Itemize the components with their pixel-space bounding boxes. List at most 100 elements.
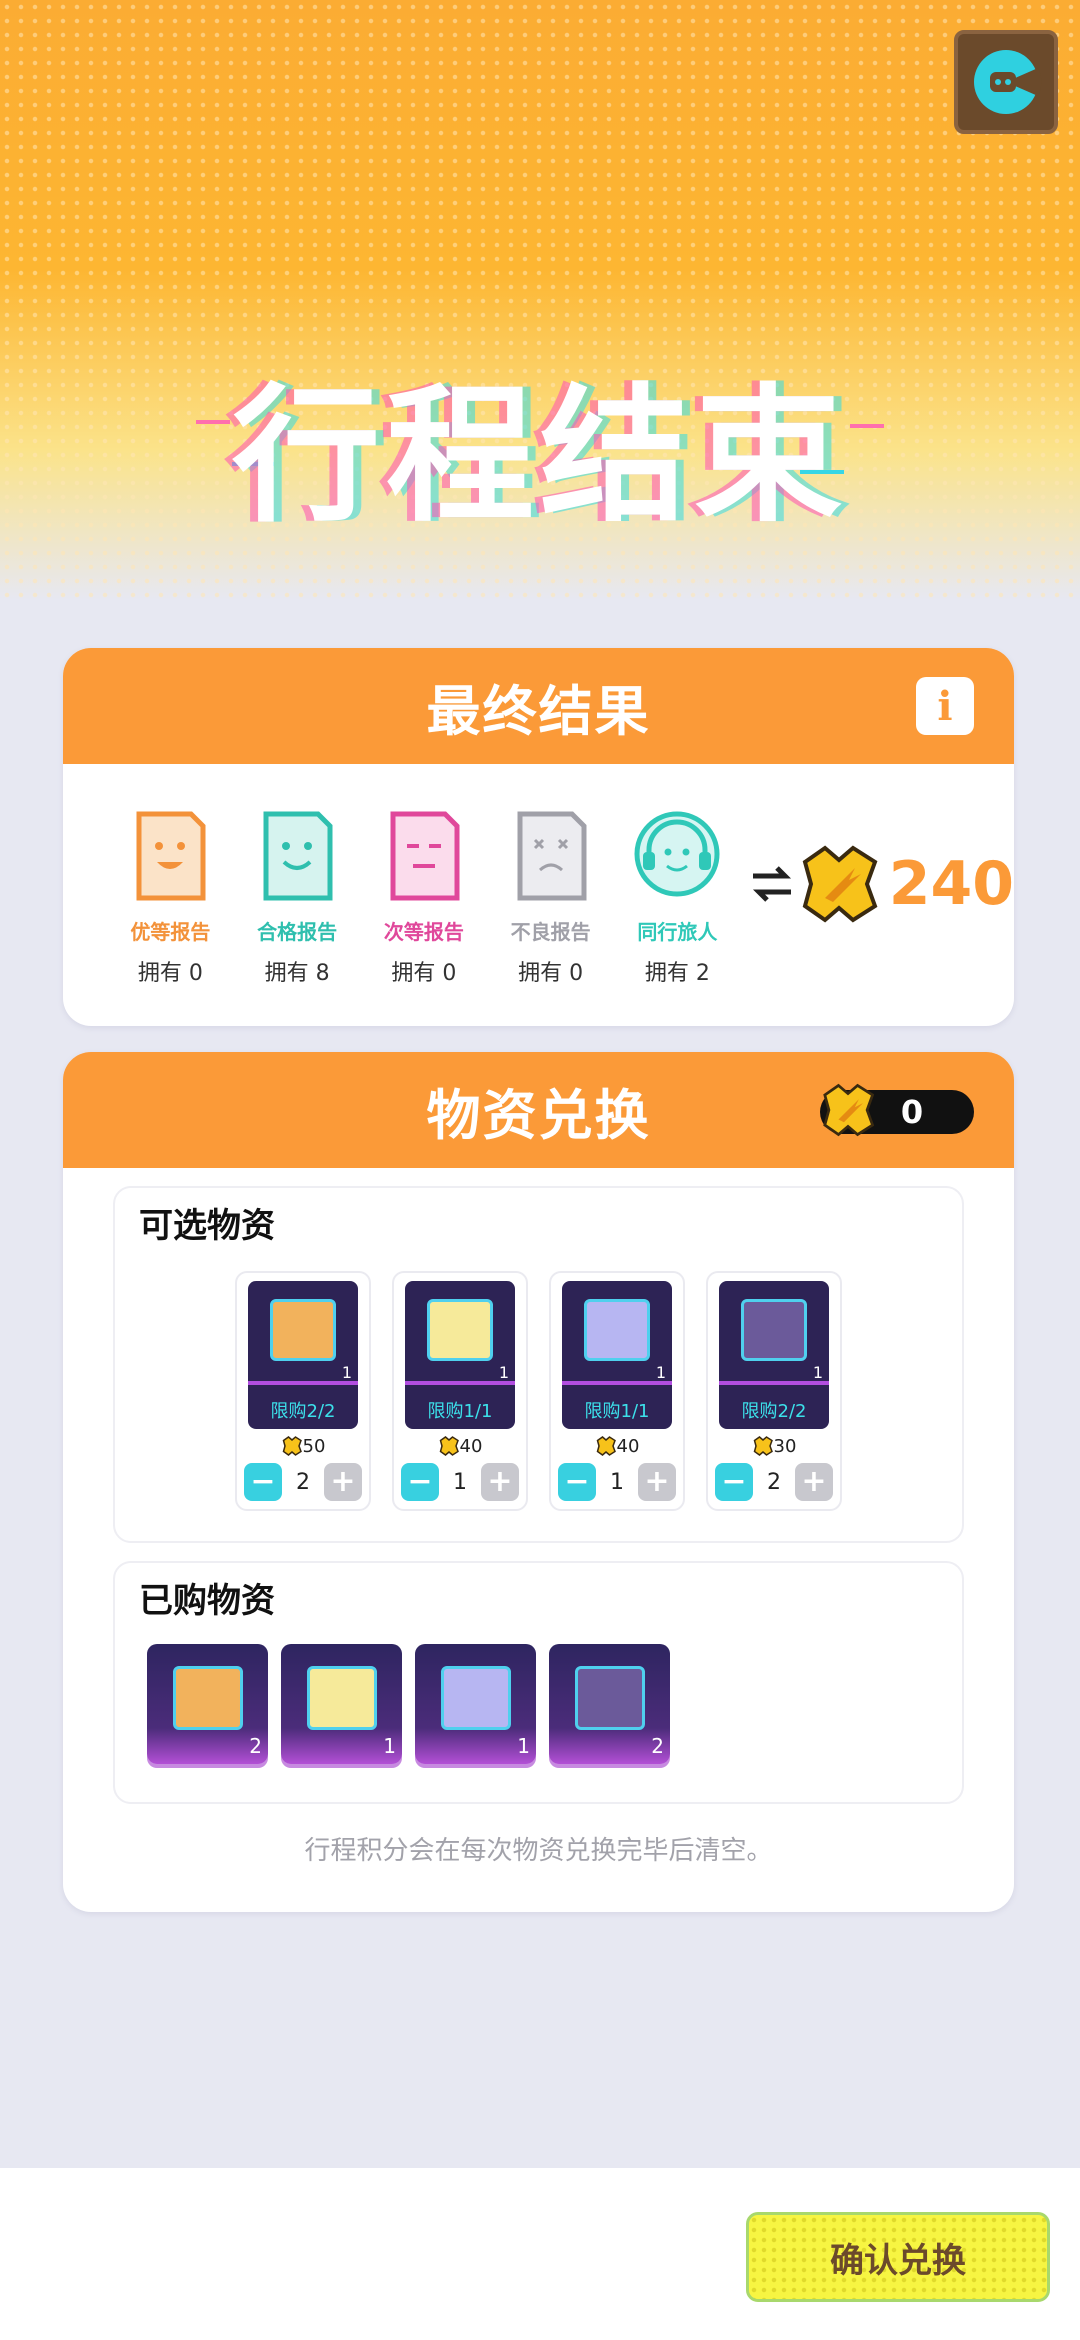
supply-item-image: 1 限购2/2: [248, 1281, 358, 1429]
meh-report-icon: [390, 811, 460, 901]
happy-report-icon: [136, 811, 206, 901]
purchased-item[interactable]: 1: [415, 1644, 536, 1764]
points-coin-icon: [753, 1436, 773, 1456]
purchased-item[interactable]: 2: [549, 1644, 670, 1764]
points-coin-icon: [802, 845, 878, 923]
menu-bot-button[interactable]: [954, 30, 1058, 134]
result-card: 最终结果 i 优等报告 拥有 0 合格报告 拥有 8 次等报告 拥有 0 不良报…: [63, 648, 1014, 1026]
item-count: 2: [651, 1734, 664, 1758]
purchased-list: 2 1 1 2: [115, 1622, 962, 1802]
report-traveler: 同行旅人 拥有 2: [614, 810, 741, 987]
smile-report-icon: [263, 811, 333, 901]
supply-title: 物资兑换: [426, 1083, 651, 1147]
character-portrait: [441, 1666, 511, 1730]
info-icon: i: [937, 682, 953, 730]
item-count: 1: [655, 1363, 666, 1382]
purchase-limit: 限购1/1: [584, 1401, 650, 1422]
plus-button[interactable]: +: [324, 1463, 362, 1501]
exchange-arrows-icon: [752, 866, 791, 902]
character-portrait: [427, 1299, 493, 1361]
report-owned: 拥有 2: [644, 961, 710, 986]
points-coin-icon: [282, 1436, 302, 1456]
points-coin-icon: [823, 1083, 875, 1137]
price-value: 50: [302, 1435, 326, 1457]
item-count: 1: [812, 1363, 823, 1382]
selectable-title: 可选物资: [139, 1206, 275, 1246]
balance-value: 0: [900, 1093, 924, 1131]
footer-bar: 确认兑换: [0, 2168, 1080, 2340]
item-count: 2: [249, 1734, 262, 1758]
report-owned: 拥有 8: [264, 961, 330, 986]
item-count: 1: [517, 1734, 530, 1758]
plus-button[interactable]: +: [795, 1463, 833, 1501]
supply-item[interactable]: 1 限购2/2 50 − 2 +: [235, 1271, 371, 1511]
quantity-stepper: − 1 +: [401, 1463, 519, 1501]
plus-button[interactable]: +: [481, 1463, 519, 1501]
quantity-stepper: − 2 +: [244, 1463, 362, 1501]
report-label: 不良报告: [510, 920, 591, 944]
report-qualified: 合格报告 拥有 8: [234, 810, 361, 987]
quantity-stepper: − 2 +: [715, 1463, 833, 1501]
report-label: 合格报告: [257, 920, 338, 944]
minus-button[interactable]: −: [244, 1463, 282, 1501]
report-owned: 拥有 0: [137, 961, 203, 986]
price-value: 40: [459, 1435, 483, 1457]
item-price: 40: [595, 1435, 640, 1457]
result-card-header: 最终结果 i: [63, 648, 1014, 764]
clear-note: 行程积分会在每次物资兑换完毕后清空。: [304, 1836, 773, 1866]
supply-item[interactable]: 1 限购1/1 40 − 1 +: [392, 1271, 528, 1511]
item-price: 30: [752, 1435, 797, 1457]
purchase-limit: 限购2/2: [270, 1401, 336, 1422]
character-portrait: [584, 1299, 650, 1361]
confirm-label: 确认兑换: [830, 2240, 966, 2281]
page-title: 行程结束: [232, 370, 848, 542]
points-coin-icon: [439, 1436, 459, 1456]
purchased-section: 已购物资 2 1 1 2: [113, 1561, 964, 1804]
points-exchange: 240: [749, 840, 1014, 928]
quantity-stepper: − 1 +: [558, 1463, 676, 1501]
character-portrait: [307, 1666, 377, 1730]
points-coin-icon: [596, 1436, 616, 1456]
supply-item[interactable]: 1 限购2/2 30 − 2 +: [706, 1271, 842, 1511]
quantity-value: 2: [767, 1469, 781, 1495]
character-portrait: [741, 1299, 807, 1361]
purchased-item[interactable]: 1: [281, 1644, 402, 1764]
sad-report-icon: [517, 811, 587, 901]
supply-card-header: 物资兑换 0: [63, 1052, 1014, 1168]
headset-traveler-icon: [634, 811, 720, 897]
report-owned: 拥有 0: [391, 961, 457, 986]
report-excellent: 优等报告 拥有 0: [107, 810, 234, 987]
purchased-item[interactable]: 2: [147, 1644, 268, 1764]
price-value: 40: [616, 1435, 640, 1457]
quantity-value: 1: [453, 1469, 467, 1495]
report-label: 次等报告: [383, 920, 464, 944]
character-portrait: [575, 1666, 645, 1730]
character-portrait: [270, 1299, 336, 1361]
bot-icon: [974, 50, 1042, 114]
points-value: 240: [888, 849, 1014, 919]
report-bad: 不良报告 拥有 0: [487, 810, 614, 987]
item-count: 1: [341, 1363, 352, 1382]
quantity-value: 1: [610, 1469, 624, 1495]
report-label: 优等报告: [130, 920, 211, 944]
info-button[interactable]: i: [916, 677, 974, 735]
supply-item[interactable]: 1 限购1/1 40 − 1 +: [549, 1271, 685, 1511]
minus-button[interactable]: −: [558, 1463, 596, 1501]
item-count: 1: [498, 1363, 509, 1382]
report-list: 优等报告 拥有 0 合格报告 拥有 8 次等报告 拥有 0 不良报告 拥有 0 …: [63, 764, 1014, 987]
supply-item-image: 1 限购1/1: [405, 1281, 515, 1429]
supply-card: 物资兑换 0 可选物资 1 限购2/2 50 − 2 + 1 限购1/1 40 …: [63, 1052, 1014, 1912]
confirm-exchange-button[interactable]: 确认兑换: [746, 2212, 1050, 2302]
report-label: 同行旅人: [637, 920, 718, 944]
price-value: 30: [773, 1435, 797, 1457]
minus-button[interactable]: −: [401, 1463, 439, 1501]
item-price: 40: [438, 1435, 483, 1457]
item-price: 50: [281, 1435, 326, 1457]
plus-button[interactable]: +: [638, 1463, 676, 1501]
quantity-value: 2: [296, 1469, 310, 1495]
report-inferior: 次等报告 拥有 0: [361, 810, 488, 987]
item-count: 1: [383, 1734, 396, 1758]
minus-button[interactable]: −: [715, 1463, 753, 1501]
purchase-limit: 限购2/2: [741, 1401, 807, 1422]
character-portrait: [173, 1666, 243, 1730]
